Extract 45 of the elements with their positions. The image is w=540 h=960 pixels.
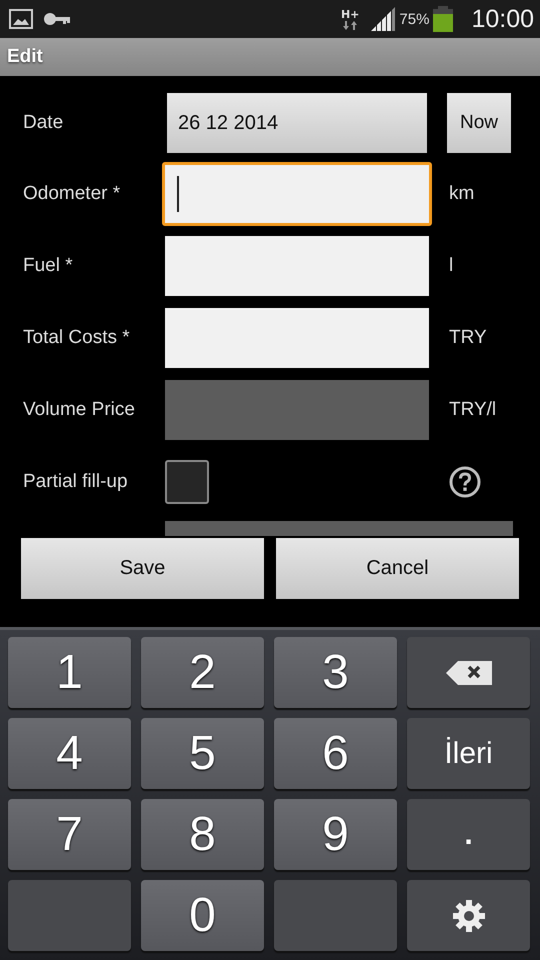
battery-icon — [433, 6, 454, 32]
settings-key[interactable] — [407, 880, 530, 951]
digit-key[interactable]: 4 — [8, 718, 131, 789]
unit-label: TRY/l — [449, 399, 496, 421]
text-cursor — [177, 176, 179, 212]
input-field[interactable] — [162, 162, 432, 226]
digit-key[interactable]: 8 — [141, 799, 264, 870]
digit-key[interactable]: 9 — [274, 799, 397, 870]
backspace-key[interactable] — [407, 637, 530, 708]
field-label: Odometer * — [23, 183, 122, 205]
battery-percent: 75% — [399, 10, 430, 28]
next-key[interactable]: İleri — [407, 718, 530, 789]
action-button[interactable]: Cancel — [276, 538, 519, 599]
input-field[interactable] — [165, 236, 429, 296]
field-label: Fuel * — [23, 255, 74, 277]
network-type: H+ — [340, 8, 360, 20]
signal-icon — [371, 7, 396, 31]
digit-key[interactable]: 6 — [274, 718, 397, 789]
settings-icon — [452, 898, 486, 932]
digit-key[interactable]: 5 — [141, 718, 264, 789]
image-icon — [9, 9, 33, 29]
key-icon — [43, 12, 71, 26]
unit-label: l — [449, 255, 454, 277]
dot-key[interactable]: . — [407, 799, 530, 870]
input-field[interactable] — [165, 308, 429, 368]
unit-label: TRY — [449, 327, 487, 349]
digit-key[interactable]: 1 — [8, 637, 131, 708]
digit-key[interactable]: 0 — [141, 880, 264, 951]
digit-key[interactable]: 3 — [274, 637, 397, 708]
now-button[interactable]: Now — [447, 93, 511, 153]
unit-label: km — [449, 183, 474, 205]
field-label: Total Costs * — [23, 327, 131, 349]
help-icon[interactable] — [449, 466, 481, 498]
date-picker[interactable]: 26 12 2014 — [167, 93, 427, 153]
backspace-icon — [446, 660, 492, 684]
window-title: Edit — [7, 46, 43, 68]
digit-key[interactable]: 2 — [141, 637, 264, 708]
field-label: Date — [23, 112, 64, 134]
data-arrows-icon — [343, 20, 358, 30]
field-label: Partial fill-up — [23, 471, 129, 493]
action-button[interactable]: Save — [21, 538, 264, 599]
clock: 10:00 — [471, 4, 534, 34]
field-label: Volume Price — [23, 399, 136, 421]
checkbox[interactable] — [165, 460, 209, 504]
digit-key[interactable]: 7 — [8, 799, 131, 870]
